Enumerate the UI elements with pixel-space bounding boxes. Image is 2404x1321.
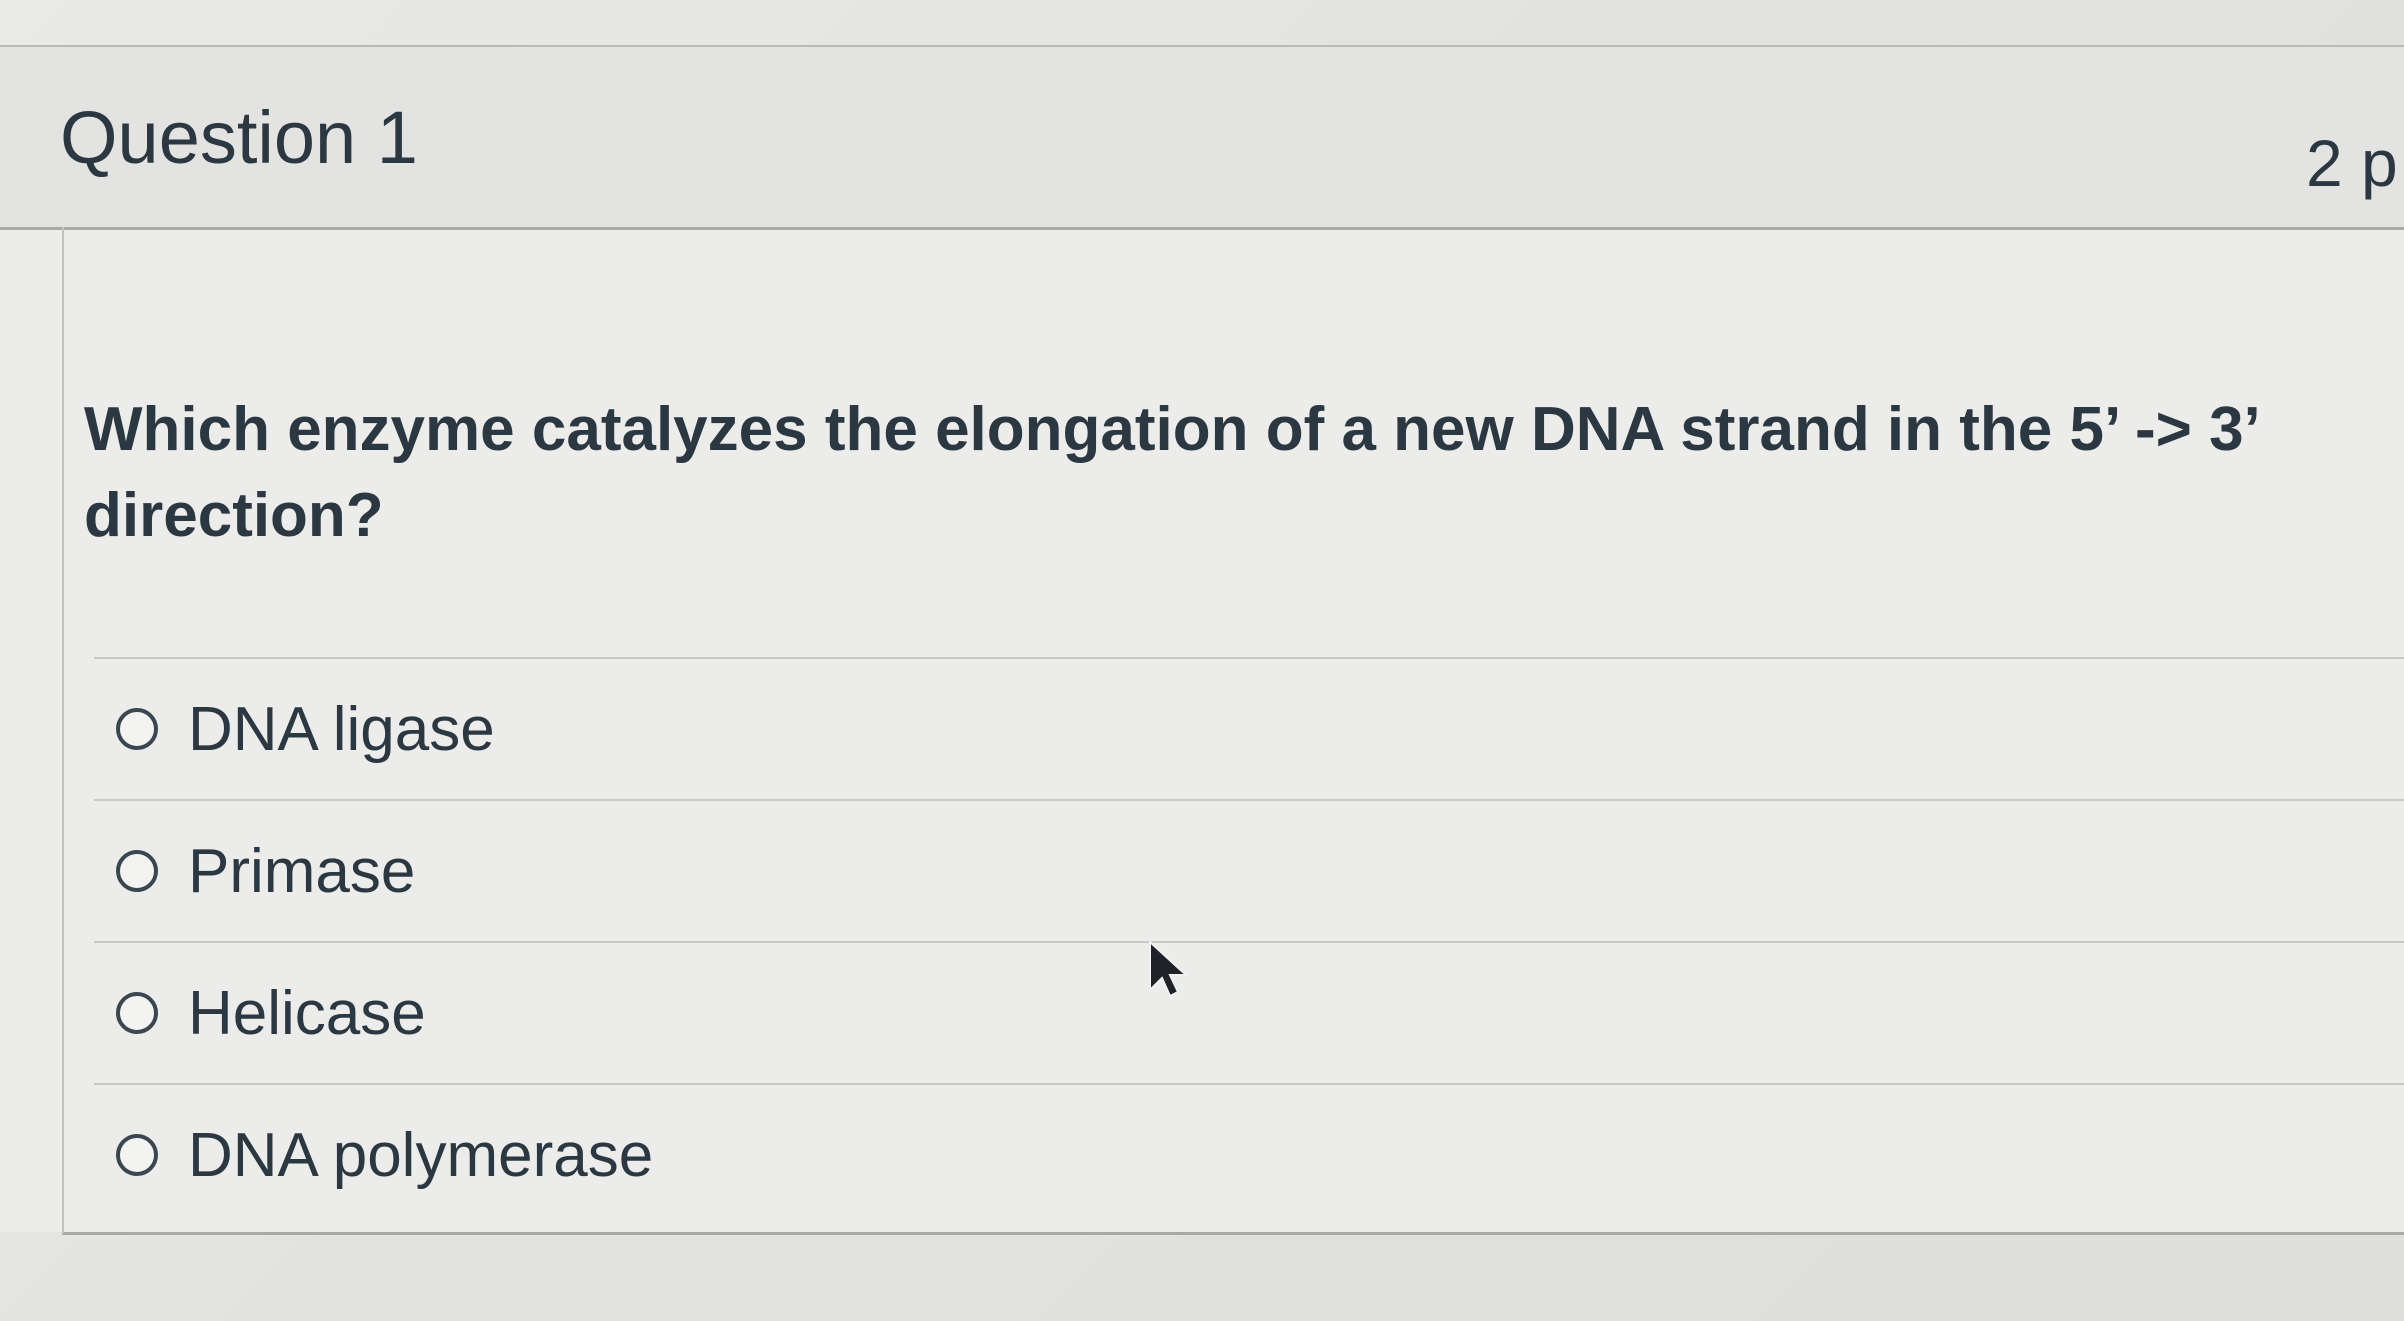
answer-option-dna-ligase[interactable]: DNA ligase [94,657,2404,799]
question-body: Which enzyme catalyzes the elongation of… [62,227,2404,1235]
answer-option-dna-polymerase[interactable]: DNA polymerase [94,1083,2404,1225]
question-card: Question 1 2 p Which enzyme catalyzes th… [0,45,2404,1235]
question-text: Which enzyme catalyzes the elongation of… [84,395,2258,550]
radio-button-icon[interactable] [116,992,158,1034]
answer-option-primase[interactable]: Primase [94,799,2404,941]
answer-label[interactable]: DNA ligase [188,694,495,765]
question-header: Question 1 2 p [0,47,2404,230]
answer-list: DNA ligase Primase Helicase DNA polymera… [94,657,2404,1225]
quiz-page: Question 1 2 p Which enzyme catalyzes th… [0,0,2404,1321]
radio-button-icon[interactable] [116,850,158,892]
radio-button-icon[interactable] [116,1134,158,1176]
answer-label[interactable]: Primase [188,836,415,907]
answer-label[interactable]: Helicase [188,978,426,1049]
radio-button-icon[interactable] [116,708,158,750]
answer-option-helicase[interactable]: Helicase [94,941,2404,1083]
question-points: 2 p [2306,126,2398,200]
mouse-pointer-icon [1149,940,1189,998]
answer-label[interactable]: DNA polymerase [188,1120,653,1191]
question-title: Question 1 [60,96,418,179]
